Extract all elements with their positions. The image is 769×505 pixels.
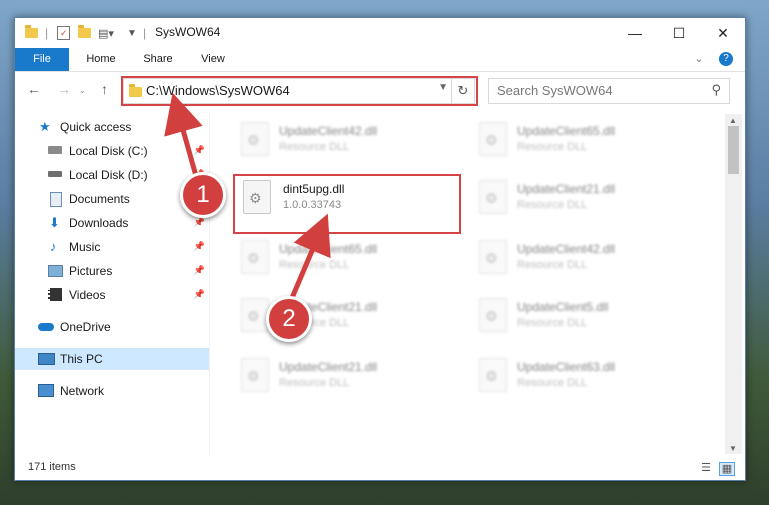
step-2-badge: 2 <box>266 296 312 342</box>
annotation-arrows <box>164 92 331 299</box>
arrow-to-file <box>289 213 331 299</box>
arrow-to-address-bar <box>164 92 203 177</box>
step-1-badge: 1 <box>180 172 226 218</box>
